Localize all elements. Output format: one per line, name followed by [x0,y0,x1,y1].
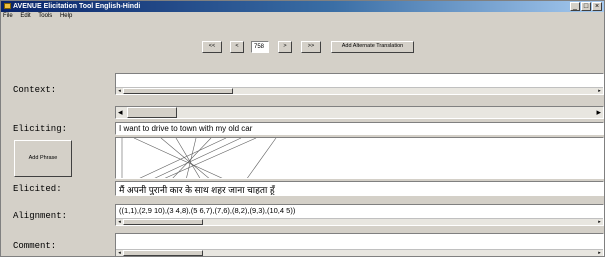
last-button[interactable]: >> [301,41,321,53]
add-alternate-translation-button[interactable]: Add Alternate Translation [331,41,414,53]
record-number-input[interactable]: 758 [251,41,269,53]
scroll-left-icon[interactable]: ◂ [116,88,123,94]
window-title: AVENUE Elicitation Tool English-Hindi [13,3,141,10]
elicited-field[interactable]: मैं अपनी पुरानी कार के साथ शहर जाना चाहत… [115,181,604,196]
menu-help[interactable]: Help [60,13,72,19]
title-bar: AVENUE Elicitation Tool English-Hindi _ … [1,1,604,12]
eliciting-label: Eliciting: [13,124,68,134]
app-icon [4,3,11,9]
comment-label: Comment: [13,241,57,251]
menu-file[interactable]: File [3,13,13,19]
prev-button[interactable]: < [230,41,244,53]
context-scrollbar[interactable]: ◂ ▸ [116,87,603,94]
maximize-button[interactable]: □ [581,2,591,11]
scroll-right-icon[interactable]: ▸ [596,219,603,225]
scroll-left-icon[interactable]: ◂ [116,250,123,256]
eliciting-field[interactable]: I want to drive to town with my old car [115,122,604,135]
context-label: Context: [13,85,57,95]
eliciting-text: I want to drive to town with my old car [119,124,253,133]
scroll-left-icon[interactable]: ◂ [116,219,123,225]
alignment-field[interactable]: ((1,1),(2,9 10),(3 4,8),(5 6,7),(7,6),(8… [115,204,604,226]
close-button[interactable]: × [592,2,602,11]
comment-field[interactable]: ◂ ▸ [115,233,604,256]
add-phrase-button[interactable]: Add Phrase [14,140,72,177]
elicited-label: Elicited: [13,184,62,194]
next-button[interactable]: > [278,41,292,53]
menu-tools[interactable]: Tools [38,13,52,19]
app-window: AVENUE Elicitation Tool English-Hindi _ … [0,0,605,257]
alignment-scrollbar[interactable]: ◂ ▸ [116,218,603,225]
alignment-canvas[interactable] [115,137,604,179]
minimize-button[interactable]: _ [570,2,580,11]
alignment-text: ((1,1),(2,9 10),(3 4,8),(5 6,7),(7,6),(8… [119,206,296,215]
window-controls: _ □ × [570,2,602,11]
menu-edit[interactable]: Edit [20,13,30,19]
scroll-right-icon[interactable]: ▸ [596,250,603,256]
context-field[interactable]: ◂ ▸ [115,73,604,95]
scroll-thumb[interactable] [123,88,233,94]
alignment-label: Alignment: [13,211,68,221]
scroll-right-icon[interactable]: ▸ [596,88,603,94]
scroll-thumb[interactable] [123,219,203,225]
scroll-thumb[interactable] [127,107,177,118]
menu-bar: File Edit Tools Help [1,12,604,21]
scroll-thumb[interactable] [123,250,203,256]
scroll-left-icon[interactable]: ◂ [118,107,123,118]
scroll-right-icon[interactable]: ▸ [596,107,601,118]
elicited-text: मैं अपनी पुरानी कार के साथ शहर जाना चाहत… [119,185,275,195]
alignment-lines [121,138,277,178]
context-horizontal-scrollbar[interactable]: ◂ ▸ [115,106,604,119]
first-button[interactable]: << [202,41,222,53]
comment-scrollbar[interactable]: ◂ ▸ [116,249,603,256]
